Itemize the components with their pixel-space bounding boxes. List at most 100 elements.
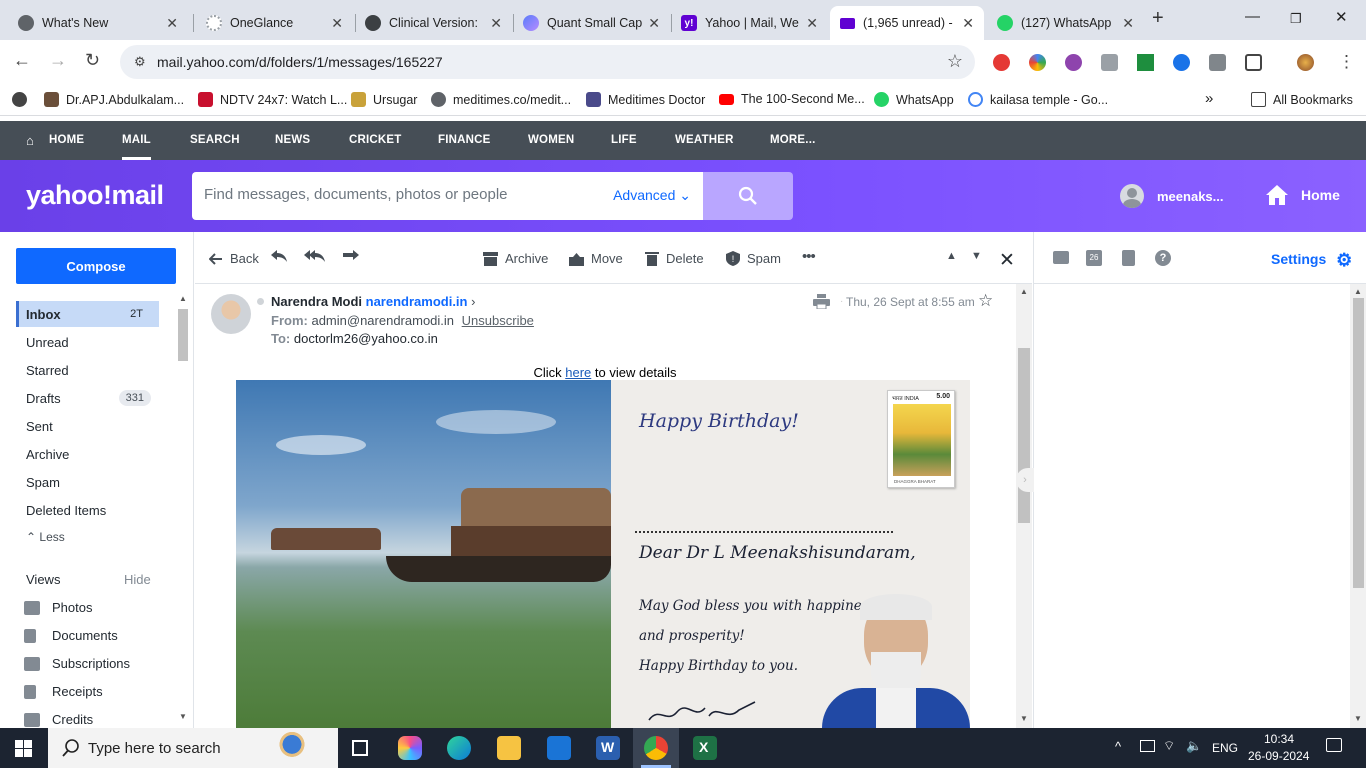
clock-date[interactable]: 26-09-2024 — [1248, 749, 1309, 763]
browser-tab-yahoo[interactable]: y! Yahoo | Mail, We ✕ — [671, 6, 828, 40]
sender-avatar[interactable] — [211, 294, 251, 334]
more-actions-button[interactable]: ••• — [802, 248, 816, 265]
language-indicator[interactable]: ENG — [1212, 741, 1238, 755]
bookmark-item[interactable]: The 100-Second Me... — [719, 92, 865, 106]
restore-button[interactable]: ❐ — [1290, 11, 1302, 27]
contacts-icon[interactable] — [1053, 251, 1069, 264]
nav-finance[interactable]: FINANCE — [438, 134, 491, 146]
nav-cricket[interactable]: CRICKET — [349, 134, 402, 146]
view-photos[interactable]: Photos — [24, 600, 92, 615]
browser-tab-quant-small-cap[interactable]: Quant Small Cap ✕ — [513, 6, 670, 40]
word-icon[interactable]: W — [596, 736, 620, 760]
unsubscribe-link[interactable]: Unsubscribe — [462, 313, 534, 328]
previous-message-icon[interactable]: ▲ — [946, 250, 957, 262]
help-icon[interactable]: ? — [1155, 250, 1171, 266]
collapse-pane-handle[interactable]: › — [1016, 468, 1034, 492]
close-icon[interactable]: ✕ — [490, 15, 502, 32]
reload-icon[interactable]: ↻ — [85, 50, 100, 71]
calendar-icon[interactable]: 26 — [1086, 250, 1102, 266]
screenshot-extension-icon[interactable] — [1101, 54, 1118, 71]
search-button[interactable] — [703, 172, 793, 220]
browser-tab-yahoo-mail-active[interactable]: (1,965 unread) - ✕ — [830, 6, 984, 40]
folder-drafts[interactable]: Drafts 331 — [16, 385, 159, 411]
read-status-dot[interactable] — [257, 298, 264, 305]
bookmark-item[interactable]: meditimes.co/medit... — [431, 92, 571, 107]
nav-women[interactable]: WOMEN — [528, 134, 574, 146]
view-credits[interactable]: Credits — [24, 712, 93, 727]
view-details-link[interactable]: here — [565, 365, 591, 380]
back-arrow-icon[interactable]: ← — [13, 50, 31, 71]
back-button[interactable]: Back — [209, 251, 259, 266]
settings-button[interactable]: Settings ⚙ — [1271, 250, 1352, 271]
folder-starred[interactable]: Starred — [16, 357, 159, 383]
bookmark-item[interactable]: WhatsApp — [874, 92, 954, 107]
folder-deleted-items[interactable]: Deleted Items — [16, 497, 159, 523]
site-info-icon[interactable]: ⚙ — [134, 54, 146, 70]
nav-life[interactable]: LIFE — [611, 134, 637, 146]
bookmark-item[interactable]: kailasa temple - Go... — [968, 92, 1108, 107]
nav-search[interactable]: SEARCH — [190, 134, 240, 146]
forward-button[interactable] — [342, 249, 367, 263]
nav-mail[interactable]: MAIL — [122, 134, 151, 160]
nav-home[interactable]: HOME — [49, 134, 84, 146]
volume-icon[interactable]: 🔈 — [1186, 738, 1202, 754]
puzzle-extensions-icon[interactable] — [1245, 54, 1262, 71]
close-icon[interactable]: ✕ — [1122, 15, 1134, 32]
wifi-icon[interactable]: ⌔ — [1163, 738, 1175, 754]
browser-tab-oneglance[interactable]: OneGlance ✕ — [196, 6, 353, 40]
bookmark-star-icon[interactable]: ☆ — [947, 51, 963, 72]
bookmark-item[interactable]: Dr.APJ.Abdulkalam... — [44, 92, 184, 107]
chrome-taskbar-button[interactable] — [633, 728, 679, 768]
taskbar-search[interactable]: Type here to search — [48, 728, 338, 768]
chrome-menu-icon[interactable]: ⋮ — [1338, 52, 1355, 72]
less-toggle[interactable]: ⌃ Less — [26, 530, 65, 544]
all-bookmarks-button[interactable]: All Bookmarks — [1251, 92, 1353, 107]
print-icon[interactable] — [813, 294, 830, 312]
folder-inbox[interactable]: Inbox 2T — [16, 301, 159, 327]
message-scrollbar[interactable]: ▲ ▼ — [1016, 284, 1032, 728]
close-icon[interactable]: ✕ — [166, 15, 178, 32]
close-icon[interactable]: ✕ — [648, 15, 660, 32]
sender-line[interactable]: Narendra Modi narendramodi.in › — [271, 294, 475, 309]
browser-tab-whats-new[interactable]: What's New ✕ — [8, 6, 188, 40]
archive-button[interactable]: Archive — [483, 251, 548, 266]
bookmark-item[interactable]: Ursugar — [351, 92, 417, 107]
minimize-button[interactable]: — — [1245, 8, 1260, 25]
browser-tab-clinical-version[interactable]: Clinical Version: ✕ — [355, 6, 512, 40]
view-documents[interactable]: Documents — [24, 628, 118, 643]
address-bar[interactable]: ⚙ mail.yahoo.com/d/folders/1/messages/16… — [120, 45, 975, 79]
forward-arrow-icon[interactable]: → — [49, 50, 67, 71]
task-view-icon[interactable] — [352, 740, 368, 756]
next-message-icon[interactable]: ▼ — [971, 250, 982, 262]
view-receipts[interactable]: Receipts — [24, 684, 103, 699]
nav-news[interactable]: NEWS — [275, 134, 310, 146]
copilot-icon[interactable] — [398, 736, 422, 760]
folder-spam[interactable]: Spam — [16, 469, 159, 495]
right-pane-scrollbar[interactable]: ▲ ▼ — [1350, 284, 1366, 728]
k-extension-icon[interactable] — [1065, 54, 1082, 71]
folder-sent[interactable]: Sent — [16, 413, 159, 439]
tray-chevron-up-icon[interactable]: ^ — [1115, 739, 1121, 754]
home-link[interactable]: Home — [1265, 184, 1340, 206]
spam-button[interactable]: ! Spam — [726, 251, 781, 266]
notepad-icon[interactable] — [1122, 250, 1135, 266]
file-explorer-icon[interactable] — [497, 736, 521, 760]
folder-archive[interactable]: Archive — [16, 441, 159, 467]
reply-button[interactable] — [270, 249, 295, 263]
bookmark-item[interactable]: Meditimes Doctor — [586, 92, 705, 107]
close-icon[interactable]: ✕ — [806, 15, 818, 32]
bookmarks-overflow-button[interactable]: » — [1205, 90, 1213, 107]
blue-extension-icon[interactable] — [1173, 54, 1190, 71]
network-icon[interactable] — [1140, 740, 1155, 752]
bookmark-item[interactable]: NDTV 24x7: Watch L... — [198, 92, 347, 107]
adblock-icon[interactable] — [993, 54, 1010, 71]
extension-icon[interactable] — [1029, 54, 1046, 71]
copy-extension-icon[interactable] — [1209, 54, 1226, 71]
tab-search-icon[interactable] — [12, 92, 34, 107]
user-menu[interactable]: meenaks... — [1120, 184, 1224, 208]
move-button[interactable]: Move — [569, 251, 623, 266]
folder-unread[interactable]: Unread — [16, 329, 159, 355]
reply-all-button[interactable] — [304, 249, 333, 263]
edge-icon[interactable] — [447, 736, 471, 760]
close-window-button[interactable]: ✕ — [1335, 8, 1348, 26]
